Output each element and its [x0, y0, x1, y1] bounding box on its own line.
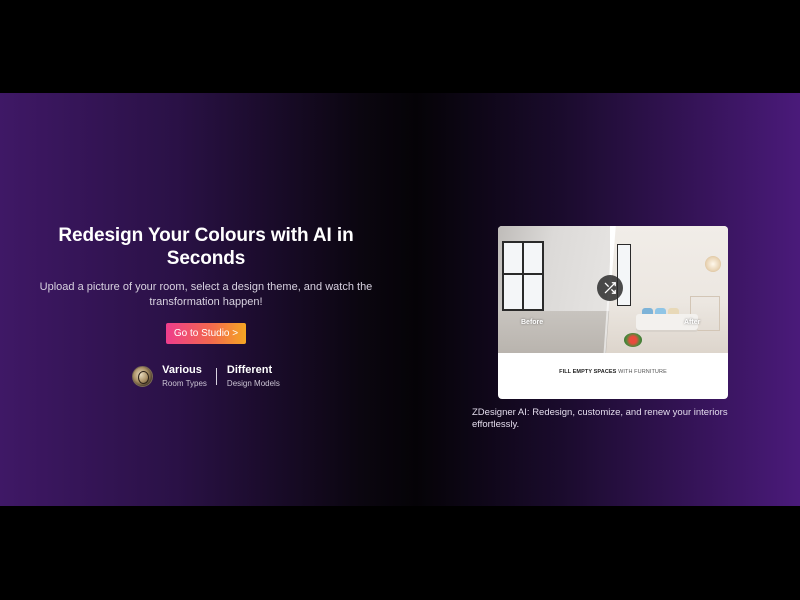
stat-design-models: Different Design Models — [227, 364, 280, 389]
stats-row: Various Room Types Different Design Mode… — [20, 364, 392, 389]
after-room-image — [606, 226, 728, 353]
card-caption: FILL EMPTY SPACES WITH FURNITURE — [498, 368, 728, 376]
stat-title: Different — [226, 364, 273, 376]
caption-bold: FILL EMPTY SPACES — [559, 369, 617, 375]
before-after-preview-card: Before After FILL EMPTY SPACES WITH FURN… — [498, 226, 728, 399]
before-label: Before — [521, 319, 544, 326]
lamp-decor — [705, 256, 721, 272]
stat-room-types: Various Room Types — [132, 364, 207, 389]
hero-section: Redesign Your Colours with AI in Seconds… — [0, 93, 800, 506]
before-after-image: Before After — [498, 226, 728, 353]
swap-button[interactable] — [597, 275, 623, 301]
hero-left-column: Redesign Your Colours with AI in Seconds… — [20, 224, 392, 389]
product-tagline: ZDesigner AI: Redesign, customize, and r… — [472, 407, 728, 430]
stat-subtitle: Design Models — [226, 379, 280, 388]
stat-subtitle: Room Types — [162, 379, 207, 388]
go-to-studio-button[interactable]: Go to Studio > — [165, 323, 247, 344]
hero-subheadline: Upload a picture of your room, select a … — [39, 281, 373, 308]
stat-divider — [215, 368, 217, 385]
before-room-image — [498, 226, 610, 353]
shuffle-icon — [604, 282, 616, 294]
caption-rest: WITH FURNITURE — [618, 369, 667, 375]
hero-headline: Redesign Your Colours with AI in Seconds — [58, 225, 354, 269]
window-icon — [502, 241, 544, 311]
after-label: After — [684, 319, 701, 326]
room-types-icon — [132, 366, 154, 387]
stat-title: Various — [162, 364, 202, 376]
plant-decor — [624, 333, 642, 347]
